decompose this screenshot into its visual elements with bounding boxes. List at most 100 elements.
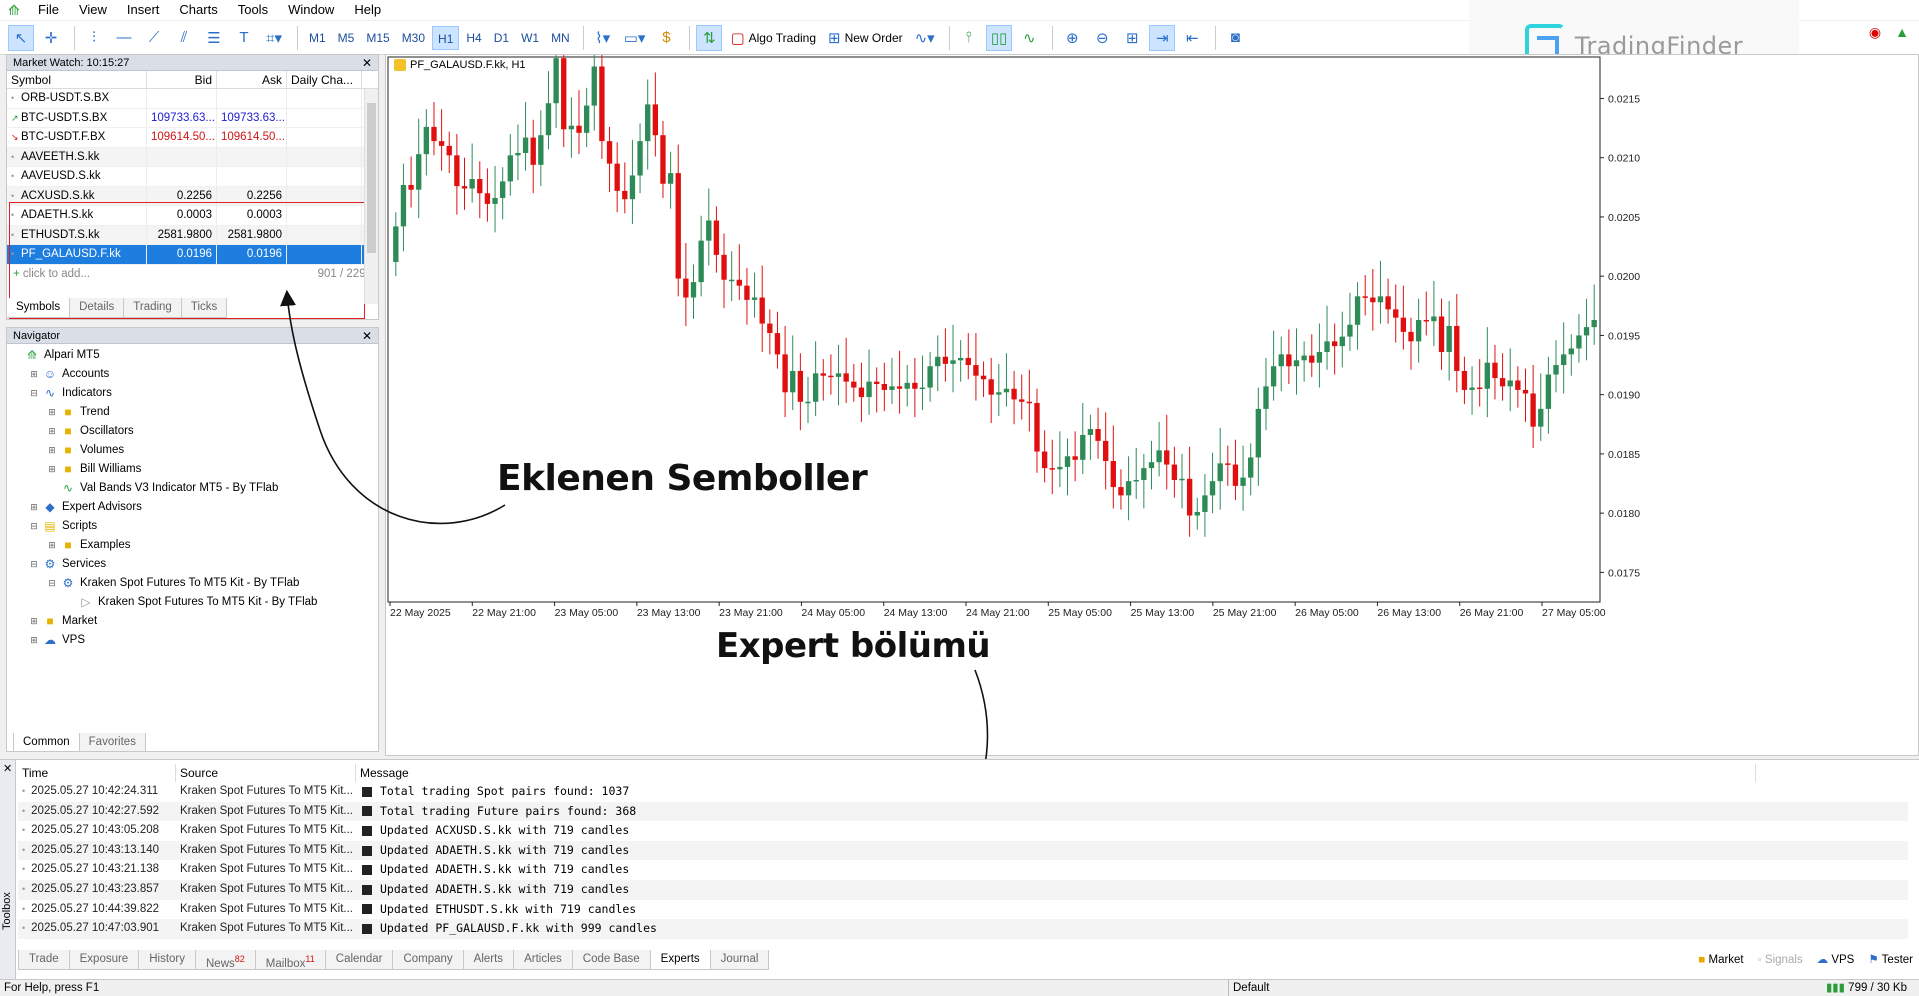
column-bid[interactable]: Bid [147,71,217,88]
tab-company[interactable]: Company [392,950,464,970]
market-watch-row[interactable]: • ETHUSDT.S.kk 2581.9800 2581.9800 [7,225,378,245]
status-profile[interactable]: Default [1228,980,1269,996]
tab-favorites[interactable]: Favorites [78,733,146,752]
tile-windows-icon[interactable]: ⊞ [1119,25,1145,51]
navigator-item[interactable]: ⊟ ∿ Indicators [7,384,378,403]
tab-history[interactable]: History [138,950,196,970]
channel-icon[interactable]: ⫽ [171,25,197,51]
navigator-item[interactable]: ⊞ ☺ Accounts [7,365,378,384]
timeframe-m30[interactable]: M30 [397,26,430,50]
horizontal-line-icon[interactable]: — [111,25,137,51]
navigator-item[interactable]: ⊟ ⚙ Services [7,555,378,574]
close-icon[interactable]: ✕ [3,762,12,775]
expand-icon[interactable]: ⊟ [29,384,39,403]
column-time[interactable]: Time [18,764,176,782]
zoom-in-icon[interactable]: ⊕ [1059,25,1085,51]
log-row[interactable]: • 2025.05.27 10:42:27.592 Kraken Spot Futu… [18,801,1908,822]
tab-ticks[interactable]: Ticks [180,298,228,318]
indicators-menu-icon[interactable]: ⌇▾ [590,25,616,51]
scrollbar-thumb[interactable] [367,103,376,253]
market-watch-row[interactable]: ↗ BTC-USDT.S.BX 109733.63... 109733.63... [7,108,378,128]
cursor-icon[interactable]: ↖ [8,24,34,51]
market-watch-row[interactable]: • ADAETH.S.kk 0.0003 0.0003 [7,206,378,226]
tester-link[interactable]: ⚑ Tester [1868,950,1913,970]
line-chart-icon[interactable]: ∿ [1016,25,1042,51]
tab-details[interactable]: Details [69,298,125,318]
menu-charts[interactable]: Charts [169,0,227,20]
market-watch-row[interactable]: • AAVEETH.S.kk [7,147,378,167]
market-watch-scrollbar[interactable] [364,89,378,304]
tab-news[interactable]: News82 [195,950,256,970]
timeframe-w1[interactable]: W1 [516,26,544,50]
navigator-item[interactable]: ⊞ ■ Oscillators [7,422,378,441]
shapes-icon[interactable]: ⌗▾ [261,25,287,51]
log-row[interactable]: • 2025.05.27 10:43:23.857 Kraken Spot Futu… [18,879,1908,900]
expand-icon[interactable]: ⊟ [29,555,39,574]
menu-insert[interactable]: Insert [117,0,170,20]
dollar-icon[interactable]: $ [653,25,679,51]
timeframe-m5[interactable]: M5 [333,26,360,50]
navigator-item[interactable]: ⟰ Alpari MT5 [7,346,378,365]
timeframe-m1[interactable]: M1 [304,26,331,50]
expand-icon[interactable]: ⊞ [29,631,39,650]
bar-chart-icon[interactable]: ⫯ [956,25,982,51]
navigator-item[interactable]: ⊞ ■ Market [7,612,378,631]
tab-trading[interactable]: Trading [123,298,182,318]
chart-shift-icon[interactable]: ⇤ [1179,25,1205,51]
log-row[interactable]: • 2025.05.27 10:42:24.311 Kraken Spot Futu… [18,782,1908,802]
navigator-item[interactable]: ⊞ ■ Volumes [7,441,378,460]
trendline-icon[interactable]: ⟋ [141,25,167,51]
market-link[interactable]: ■ Market [1698,950,1743,970]
candlestick-chart-icon[interactable]: ▯▯ [985,24,1013,51]
templates-icon[interactable]: ▭▾ [620,25,650,51]
menu-tools[interactable]: Tools [228,0,278,20]
expand-icon[interactable]: ⊞ [47,441,57,460]
navigator-item[interactable]: ⊟ ⚙ Kraken Spot Futures To MT5 Kit - By TF… [7,574,378,593]
expand-icon[interactable]: ⊞ [29,365,39,384]
menu-file[interactable]: File [28,0,69,20]
tab-alerts[interactable]: Alerts [462,950,515,970]
close-icon[interactable]: ✕ [362,55,372,71]
market-watch-row[interactable]: • AAVEUSD.S.kk [7,167,378,187]
log-row[interactable]: • 2025.05.27 10:43:05.208 Kraken Spot Futu… [18,821,1908,841]
tab-exposure[interactable]: Exposure [68,950,140,970]
notification-icon[interactable]: ◉ [1869,24,1881,41]
market-watch-row[interactable]: • PF_GALAUSD.F.kk 0.0196 0.0196 [7,245,378,265]
navigator-item[interactable]: ⊞ ■ Examples [7,536,378,555]
expand-icon[interactable]: ⊞ [47,403,57,422]
market-watch-row[interactable]: • ORB-USDT.S.BX [7,89,378,109]
menu-window[interactable]: Window [278,0,344,20]
column-daily-change[interactable]: Daily Cha... [287,71,362,88]
signals-link[interactable]: ◦ Signals [1758,950,1803,970]
expand-icon[interactable]: ⊞ [47,460,57,479]
timeframe-m15[interactable]: M15 [361,26,394,50]
expand-icon[interactable]: ⊟ [47,574,57,593]
timeframe-h1[interactable]: H1 [432,25,460,50]
navigator-item[interactable]: ⊞ ■ Trend [7,403,378,422]
navigator-item[interactable]: ▷ Kraken Spot Futures To MT5 Kit - By TFl… [7,593,378,612]
market-watch-row[interactable]: • ACXUSD.S.kk 0.2256 0.2256 [7,186,378,206]
timeframe-mn[interactable]: MN [546,26,575,50]
tab-experts[interactable]: Experts [649,950,711,970]
zoom-out-icon[interactable]: ⊖ [1089,25,1115,51]
crosshair-icon[interactable]: ✛ [38,25,64,51]
menu-help[interactable]: Help [344,0,391,20]
tab-common[interactable]: Common [13,733,80,752]
expand-icon[interactable]: ⊟ [29,517,39,536]
tab-trade[interactable]: Trade [18,950,70,970]
chart-window[interactable]: 0.0215 0.0210 0.0205 0.0200 0.0195 0.0190 0.01… [385,54,1919,756]
fibonacci-icon[interactable]: ☰ [201,25,227,51]
screenshot-icon[interactable]: ◙ [1222,25,1248,51]
candlestick-chart[interactable]: 0.0215 0.0210 0.0205 0.0200 0.0195 0.0190 0.01… [386,55,1919,757]
vps-link[interactable]: ☁ VPS [1817,950,1855,970]
expand-icon[interactable]: ⊞ [29,498,39,517]
tab-mailbox[interactable]: Mailbox11 [254,950,326,970]
navigator-item[interactable]: ⊞ ◆ Expert Advisors [7,498,378,517]
algo-trading-button[interactable]: ▢ Algo Trading [726,25,820,51]
timeframe-h4[interactable]: H4 [461,26,486,50]
tab-journal[interactable]: Journal [709,950,770,970]
log-row[interactable]: • 2025.05.27 10:43:21.138 Kraken Spot Futu… [18,860,1908,880]
log-row[interactable]: • 2025.05.27 10:44:39.822 Kraken Spot Futu… [18,900,1908,920]
close-icon[interactable]: ✕ [362,328,372,344]
column-source[interactable]: Source [176,764,356,782]
